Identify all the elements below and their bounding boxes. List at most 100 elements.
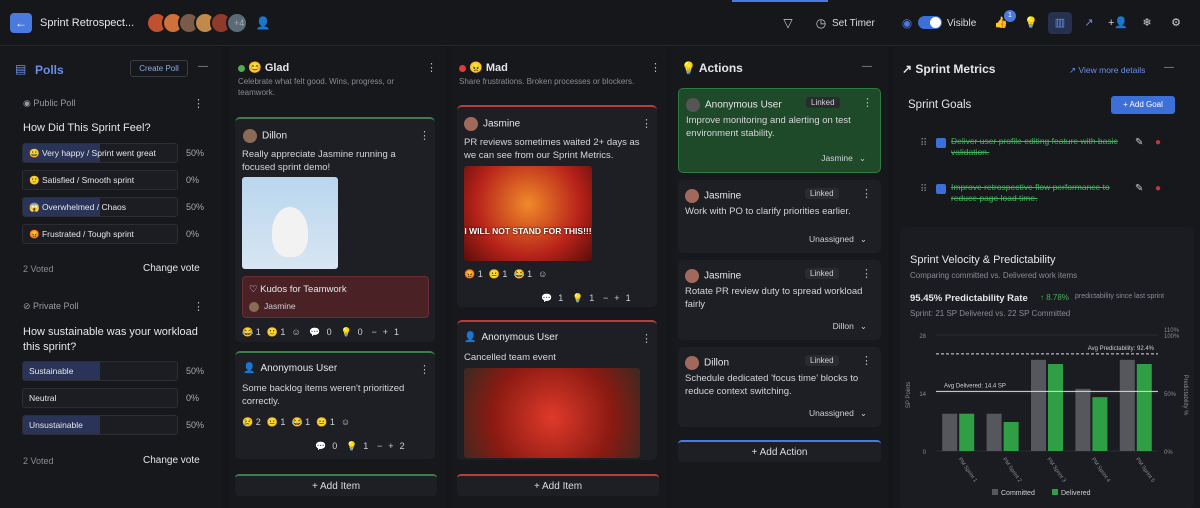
reaction[interactable]: 😐 1 (489, 269, 508, 280)
action-card[interactable]: Anonymous User Linked ⋮ Improve monitoring … (678, 88, 881, 173)
add-reaction-icon[interactable]: ☺ (538, 269, 547, 279)
set-timer-button[interactable]: Set Timer (832, 18, 875, 29)
more-icon[interactable]: ⋮ (641, 117, 652, 130)
glad-card[interactable]: Dillon ⋮ Really appreciate Jasmine runni… (235, 117, 435, 342)
idea-icon[interactable]: 💡 (346, 441, 357, 452)
add-reaction-icon[interactable]: ☺ (291, 327, 300, 337)
drag-handle-icon[interactable]: ⠿ (920, 184, 927, 195)
public-change-vote-button[interactable]: Change vote (143, 263, 200, 274)
poll-option[interactable]: 😀 Very happy / Sprint went great (22, 143, 178, 163)
more-icon[interactable]: ⋮ (862, 96, 873, 109)
assignee-select[interactable]: Unassigned ⌄ (809, 408, 867, 419)
comment-icon[interactable]: 💬 (315, 441, 326, 452)
back-button[interactable]: ← (10, 13, 32, 33)
more-icon[interactable]: ⋮ (861, 354, 872, 367)
goal-checkbox[interactable] (936, 138, 946, 148)
add-reaction-icon[interactable]: ☺ (341, 417, 350, 427)
idea-icon[interactable]: 💡 (572, 293, 583, 304)
bar-committed[interactable] (1031, 359, 1046, 451)
filter-icon[interactable]: ▽ (779, 14, 797, 32)
view-more-link[interactable]: ↗ View more details (1069, 65, 1145, 76)
assignee-select[interactable]: Jasmine ⌄ (821, 153, 866, 164)
mad-card[interactable]: Jasmine ⋮ PR reviews sometimes waited 2+… (457, 105, 657, 307)
delete-icon[interactable]: ● (1155, 183, 1161, 194)
delete-icon[interactable]: ● (1155, 137, 1161, 148)
linked-badge[interactable]: Linked (806, 97, 840, 108)
bar-delivered[interactable] (1136, 364, 1152, 451)
gear-icon[interactable]: ⚙ (1164, 12, 1188, 34)
bar-committed[interactable] (986, 413, 1002, 451)
reaction[interactable]: 😂 1 (242, 327, 261, 338)
action-card[interactable]: Jasmine Linked ⋮ Work with PO to clarify pr… (678, 180, 881, 253)
add-item-button[interactable]: + Add Item (235, 474, 437, 496)
downvote-button[interactable]: − (371, 327, 376, 337)
linked-badge[interactable]: Linked (805, 268, 839, 279)
reaction[interactable]: 😂 1 (291, 417, 310, 428)
poll-option[interactable]: 😡 Frustrated / Tough sprint (22, 224, 178, 244)
reaction[interactable]: 😐 1 (316, 417, 335, 428)
upvote-button[interactable]: + (383, 327, 388, 337)
reaction[interactable]: 😂 1 (513, 269, 532, 280)
downvote-button[interactable]: − (377, 441, 382, 451)
linked-badge[interactable]: Linked (805, 188, 839, 199)
edit-icon[interactable]: ✎ (1135, 137, 1143, 148)
bar-delivered[interactable] (1092, 397, 1108, 451)
glad-card[interactable]: 👤 Anonymous User ⋮ Some backlog items wer… (235, 351, 435, 459)
poll-option[interactable]: Neutral (22, 388, 178, 408)
more-icon[interactable]: ⋮ (419, 129, 430, 142)
assignee-select[interactable]: Unassigned ⌄ (809, 234, 867, 245)
bar-committed[interactable] (1119, 359, 1135, 451)
visibility-toggle[interactable] (918, 16, 942, 29)
action-card[interactable]: Jasmine Linked ⋮ Rotate PR review duty to s… (678, 260, 881, 340)
bar-committed[interactable] (942, 413, 958, 451)
more-icon[interactable]: ⋮ (650, 61, 661, 74)
upvote-button[interactable]: + (388, 441, 393, 451)
snowflake-icon[interactable]: ❄ (1135, 12, 1159, 34)
chart-icon[interactable]: ↗ (1077, 12, 1101, 34)
bar-delivered[interactable] (1048, 364, 1063, 451)
drag-handle-icon[interactable]: ⠿ (920, 138, 927, 149)
collapse-icon[interactable]: — (1164, 62, 1174, 73)
more-icon[interactable]: ⋮ (193, 97, 204, 110)
comment-icon[interactable]: 💬 (541, 293, 552, 304)
people-icon[interactable]: 👤 (254, 14, 272, 32)
add-action-button[interactable]: + Add Action (678, 440, 881, 462)
add-user-icon[interactable]: +👤 (1106, 12, 1130, 34)
upvote-button[interactable]: + (614, 293, 619, 303)
more-icon[interactable]: ⋮ (641, 332, 652, 345)
goal-checkbox[interactable] (936, 184, 946, 194)
edit-icon[interactable]: ✎ (1135, 183, 1143, 194)
timer-icon[interactable]: ◷ (812, 14, 830, 32)
board-view-icon[interactable]: ▥ (1048, 12, 1072, 34)
action-card[interactable]: Dillon Linked ⋮ Schedule dedicated 'focus t… (678, 347, 881, 427)
private-change-vote-button[interactable]: Change vote (143, 455, 200, 466)
collapse-icon[interactable]: — (862, 61, 872, 72)
collapse-icon[interactable]: — (198, 61, 208, 72)
reaction[interactable]: 🙂 1 (267, 327, 286, 338)
add-item-button[interactable]: + Add Item (457, 474, 659, 496)
reaction[interactable]: 😡 1 (464, 269, 483, 280)
linked-badge[interactable]: Linked (805, 355, 839, 366)
bar-committed[interactable] (1075, 388, 1091, 451)
more-icon[interactable]: ⋮ (193, 300, 204, 313)
bar-delivered[interactable] (1003, 422, 1019, 451)
goal-item[interactable]: ⠿ Deliver user profile editing feature wi… (902, 130, 1188, 170)
poll-option[interactable]: 🙂 Satisfied / Smooth sprint (22, 170, 178, 190)
create-poll-button[interactable]: Create Poll (130, 60, 188, 77)
poll-option[interactable]: Unsustainable (22, 415, 178, 435)
comment-icon[interactable]: 💬 (309, 327, 320, 338)
more-icon[interactable]: ⋮ (861, 267, 872, 280)
more-icon[interactable]: ⋮ (861, 187, 872, 200)
poll-option[interactable]: 😱 Overwhelmed / Chaos (22, 197, 178, 217)
downvote-button[interactable]: − (603, 293, 608, 303)
poll-option[interactable]: Sustainable (22, 361, 178, 381)
goal-item[interactable]: ⠿ Improve retrospective flow performance … (902, 176, 1188, 216)
participant-avatars[interactable] (146, 12, 248, 34)
add-goal-button[interactable]: + Add Goal (1111, 96, 1175, 114)
more-icon[interactable]: ⋮ (426, 61, 437, 74)
reaction[interactable]: 😐 1 (267, 417, 286, 428)
lightbulb-icon[interactable]: 💡 (1019, 12, 1043, 34)
reaction[interactable]: 😢 2 (242, 417, 261, 428)
assignee-select[interactable]: Dillon ⌄ (833, 321, 867, 332)
mad-card[interactable]: 👤 Anonymous User ⋮ Cancelled team event (457, 320, 657, 460)
